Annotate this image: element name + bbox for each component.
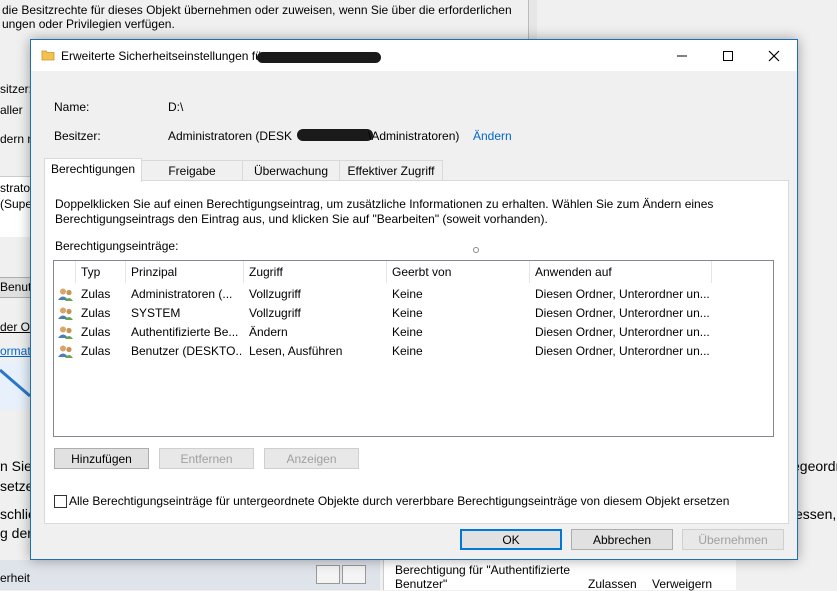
apply-button[interactable]: Übernehmen <box>682 529 784 550</box>
column-header-inherited[interactable]: Geerbt von <box>387 261 530 283</box>
owner-prefix: Administratoren (DESK <box>168 129 293 143</box>
bg-bottom-zulassen: Zulassen <box>588 577 637 591</box>
tab-permissions[interactable]: Berechtigungen <box>44 158 142 182</box>
add-button[interactable]: Hinzufügen <box>54 448 149 469</box>
replace-child-entries-label: Alle Berechtigungseinträge für untergeor… <box>69 494 730 508</box>
bg-frag-nsie: n Sie <box>0 458 32 474</box>
dialog-title: Erweiterte Sicherheitseinstellungen für <box>61 49 266 63</box>
cell-applies-to: Diesen Ordner, Unterordner un... <box>535 306 710 320</box>
bg-bottom-verweigern: Verweigern <box>652 577 713 591</box>
table-row[interactable]: Zulas Administratoren (... Vollzugriff K… <box>54 285 773 304</box>
owner-suffix: \Administratoren) <box>368 129 460 143</box>
cell-type: Zulas <box>81 344 111 358</box>
bg-diagonal-line <box>0 368 31 398</box>
maximize-icon <box>723 50 733 61</box>
users-icon <box>58 326 73 339</box>
bg-image-left <box>0 362 31 410</box>
cell-inherited: Keine <box>392 306 423 320</box>
close-button[interactable] <box>751 40 797 71</box>
name-label: Name: <box>54 100 90 114</box>
column-header-principal[interactable]: Prinzipal <box>126 261 244 283</box>
cell-type: Zulas <box>81 306 111 320</box>
cell-type: Zulas <box>81 325 111 339</box>
bg-frag-sitzer: sitzer: <box>0 82 33 96</box>
column-header-type[interactable]: Typ <box>76 261 126 283</box>
advanced-security-dialog: Erweiterte Sicherheitseinstellungen für … <box>30 39 798 560</box>
owner-label: Besitzer: <box>54 129 101 143</box>
bg-frag-egeordn: egeordn <box>792 458 837 474</box>
name-value: D:\ <box>168 100 184 114</box>
cell-access: Vollzugriff <box>249 287 301 301</box>
background-vertical-divider <box>528 0 537 39</box>
bg-bottom-perm1: Berechtigung für "Authentifizierte <box>395 563 571 577</box>
minimize-button[interactable] <box>659 40 705 71</box>
cell-principal: Administratoren (... <box>131 287 233 301</box>
minimize-icon <box>677 55 687 56</box>
cell-principal: Benutzer (DESKTO... <box>131 344 243 358</box>
focus-dot <box>473 247 479 253</box>
redacted-title-suffix <box>257 52 381 63</box>
tab-sharing[interactable]: Freigabe <box>141 160 243 181</box>
users-icon <box>58 288 73 301</box>
bg-text-line2: ungen oder Privilegien verfügen. <box>2 17 175 31</box>
cell-principal: Authentifizierte Be... <box>131 325 239 339</box>
bg-bottom-perm2: Benutzer" <box>395 577 448 591</box>
cell-type: Zulas <box>81 287 111 301</box>
cell-inherited: Keine <box>392 287 423 301</box>
permission-entries-list[interactable]: Typ Prinzipal Zugriff Geerbt von Anwende… <box>53 260 774 437</box>
cancel-button[interactable]: Abbrechen <box>571 529 673 550</box>
bg-frag-strat: strato <box>0 181 31 195</box>
bg-restore-icon <box>316 565 340 584</box>
folder-icon <box>41 50 55 61</box>
view-button[interactable]: Anzeigen <box>264 448 359 469</box>
cell-inherited: Keine <box>392 344 423 358</box>
cell-access: Vollzugriff <box>249 306 301 320</box>
table-row[interactable]: Zulas Benutzer (DESKTO... Lesen, Ausführ… <box>54 342 773 361</box>
bg-frag-aller: aller <box>0 103 23 117</box>
cell-access: Lesen, Ausführen <box>249 344 343 358</box>
cell-applies-to: Diesen Ordner, Unterordner un... <box>535 287 710 301</box>
entries-label: Berechtigungseinträge: <box>55 239 179 253</box>
users-icon <box>58 345 73 358</box>
tab-effective-access[interactable]: Effektiver Zugriff <box>339 160 443 181</box>
cell-applies-to: Diesen Ordner, Unterordner un... <box>535 325 710 339</box>
ok-button[interactable]: OK <box>460 529 562 550</box>
cell-access: Ändern <box>249 325 288 339</box>
tab-auditing[interactable]: Überwachung <box>242 160 340 181</box>
replace-child-entries-checkbox[interactable] <box>54 495 67 508</box>
description-text: Doppelklicken Sie auf einen Berechtigung… <box>55 197 714 226</box>
remove-button[interactable]: Entfernen <box>159 448 254 469</box>
title-bar[interactable]: Erweiterte Sicherheitseinstellungen für <box>31 40 797 71</box>
cell-applies-to: Diesen Ordner, Unterordner un... <box>535 344 710 358</box>
bg-frag-g-der: g der <box>0 525 32 541</box>
users-icon <box>58 307 73 320</box>
column-header-icon <box>54 261 76 283</box>
table-row[interactable]: Zulas SYSTEM Vollzugriff Keine Diesen Or… <box>54 304 773 323</box>
change-owner-link[interactable]: Ändern <box>473 129 512 143</box>
bg-small-button <box>342 565 366 584</box>
bg-text-line1: die Besitzrechte für dieses Objekt übern… <box>2 3 512 17</box>
cell-inherited: Keine <box>392 325 423 339</box>
bg-frag-erheit: erheit <box>0 571 31 585</box>
column-header-access[interactable]: Zugriff <box>244 261 387 283</box>
maximize-button[interactable] <box>705 40 751 71</box>
table-row[interactable]: Zulas Authentifizierte Be... Ändern Kein… <box>54 323 773 342</box>
cell-principal: SYSTEM <box>131 306 181 320</box>
close-icon <box>768 50 780 61</box>
bg-frag-essen: essen, b <box>795 506 837 522</box>
column-header-applies-to[interactable]: Anwenden auf <box>530 261 712 283</box>
redacted-owner-name <box>297 129 373 141</box>
